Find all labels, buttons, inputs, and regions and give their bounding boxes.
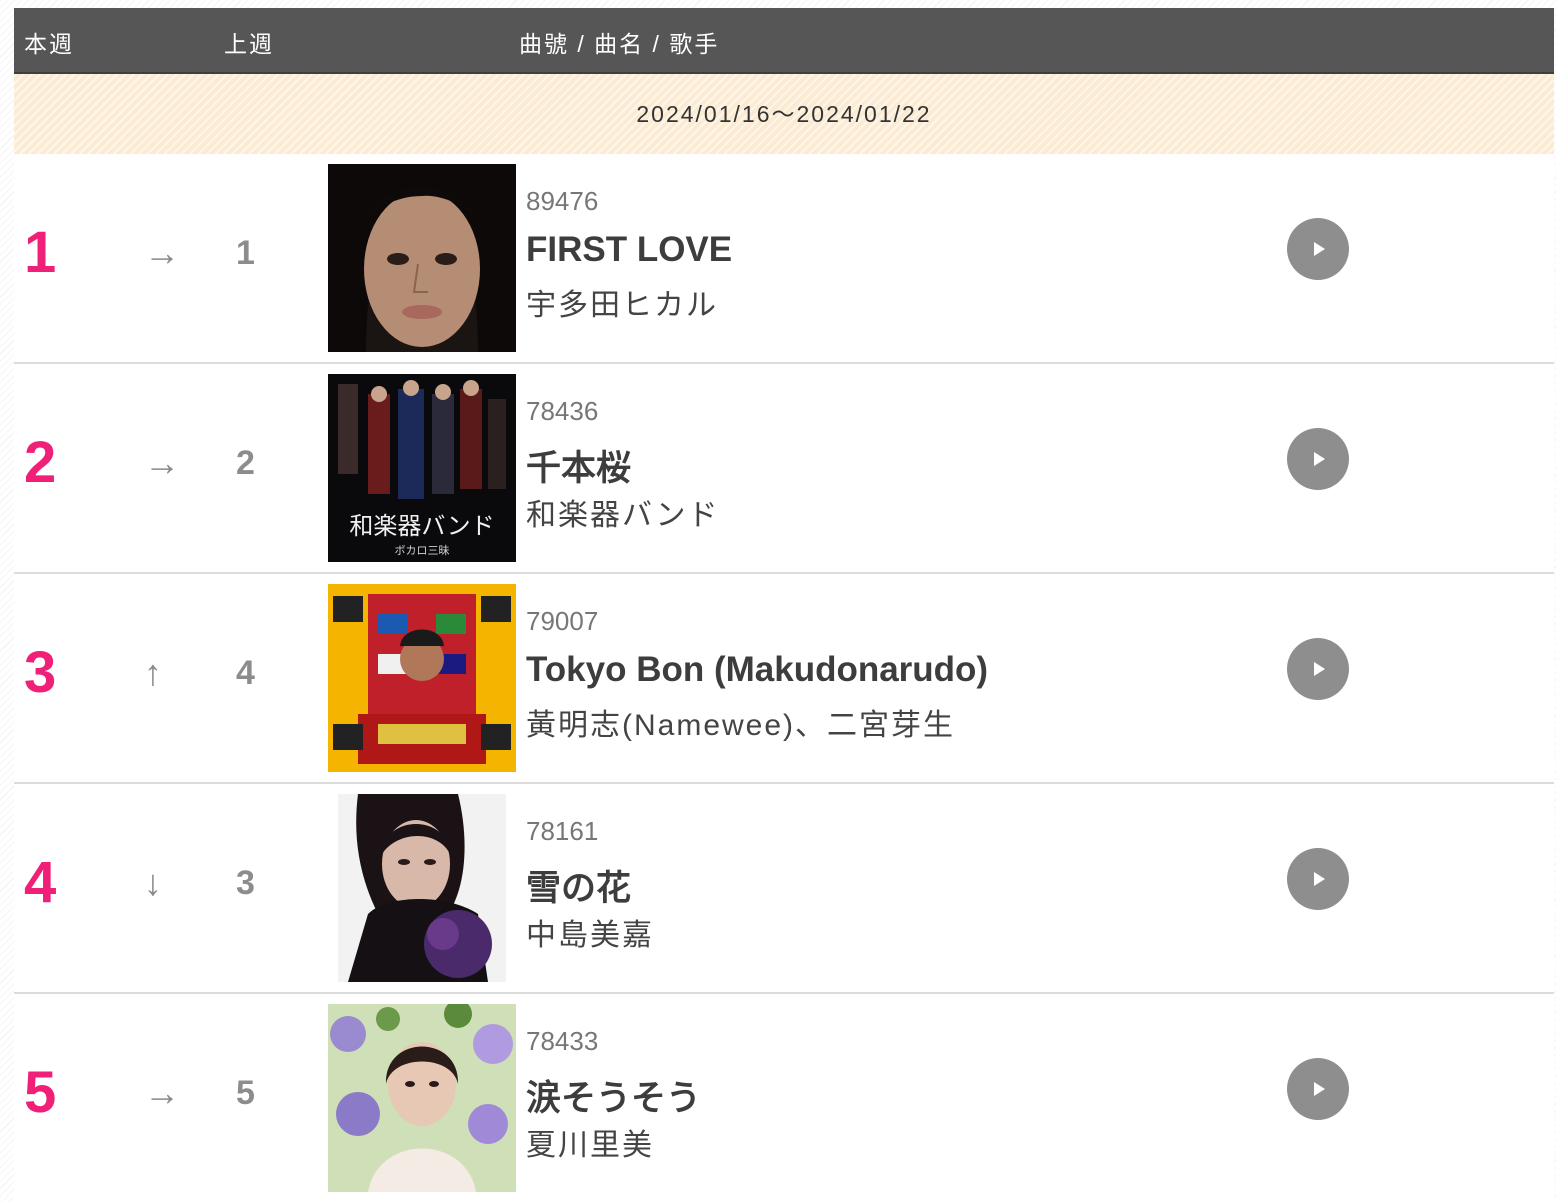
ranking-row: 3 ↑ 4 79007 Tokyo Bon (Makudonarudo) 黃明志… xyxy=(14,574,1554,784)
artist-name: 和楽器バンド xyxy=(526,499,720,532)
play-button[interactable] xyxy=(1287,848,1349,910)
album-cover[interactable] xyxy=(338,794,506,982)
artist-name: 黃明志(Namewee)、二宮芽生 xyxy=(526,709,956,742)
song-title: 雪の花 xyxy=(526,869,632,908)
song-number: 78436 xyxy=(526,396,599,426)
last-week-rank: 2 xyxy=(236,444,255,482)
song-title: FIRST LOVE xyxy=(526,230,733,269)
song-title: 千本桜 xyxy=(526,449,632,488)
last-week-rank: 1 xyxy=(236,234,255,272)
current-rank: 5 xyxy=(24,1060,57,1125)
current-rank: 2 xyxy=(24,430,57,495)
ranking-row: 4 ↓ 3 78161 雪の花 中島美嘉 xyxy=(14,784,1554,994)
song-number: 78433 xyxy=(526,1026,599,1056)
cover-subtitle: ボカロ三昧 xyxy=(395,544,450,557)
song-title: 涙そうそう xyxy=(526,1079,702,1118)
arrow-down-icon: ↓ xyxy=(144,862,162,903)
ranking-table: 本週 上週 曲號 / 曲名 / 歌手 2024/01/16～2024/01/22… xyxy=(14,8,1554,1202)
last-week-rank: 5 xyxy=(236,1074,255,1112)
table-header: 本週 上週 曲號 / 曲名 / 歌手 xyxy=(14,8,1554,74)
play-button[interactable] xyxy=(1287,1058,1349,1120)
last-week-rank: 4 xyxy=(236,654,255,692)
cover-title: 和楽器バンド xyxy=(349,512,494,540)
current-rank: 4 xyxy=(24,850,57,915)
artist-name: 宇多田ヒカル xyxy=(526,289,718,322)
song-title: Tokyo Bon (Makudonarudo) xyxy=(526,650,989,689)
artist-name: 中島美嘉 xyxy=(526,919,654,952)
play-button[interactable] xyxy=(1287,638,1349,700)
header-this-week: 本週 xyxy=(24,31,74,57)
current-rank: 3 xyxy=(24,640,57,705)
album-cover[interactable]: 和楽器バンド ボカロ三昧 xyxy=(328,374,516,562)
song-number: 79007 xyxy=(526,606,599,636)
album-cover[interactable] xyxy=(328,164,516,352)
arrow-right-icon: → xyxy=(144,232,180,273)
header-song-info: 曲號 / 曲名 / 歌手 xyxy=(519,31,720,57)
album-cover[interactable] xyxy=(328,584,516,772)
ranking-row: 1 → 1 89476 FIRST LOVE 宇多田ヒカル xyxy=(14,154,1554,364)
ranking-row: 2 → 2 和楽器バンド ボカロ三昧 78436 千本桜 和楽器バンド xyxy=(14,364,1554,574)
play-button[interactable] xyxy=(1287,218,1349,280)
ranking-row: 5 → 5 78433 涙そうそう 夏川里美 xyxy=(14,994,1554,1202)
arrow-right-icon: → xyxy=(144,442,180,483)
artist-name: 夏川里美 xyxy=(526,1129,654,1162)
song-number: 78161 xyxy=(526,816,599,846)
album-cover[interactable] xyxy=(328,1004,516,1192)
date-range: 2024/01/16～2024/01/22 xyxy=(14,74,1554,154)
header-last-week: 上週 xyxy=(224,31,274,57)
play-button[interactable] xyxy=(1287,428,1349,490)
arrow-right-icon: → xyxy=(144,1072,180,1113)
current-rank: 1 xyxy=(24,220,57,285)
last-week-rank: 3 xyxy=(236,864,255,902)
song-number: 89476 xyxy=(526,186,599,216)
arrow-up-icon: ↑ xyxy=(144,652,162,693)
